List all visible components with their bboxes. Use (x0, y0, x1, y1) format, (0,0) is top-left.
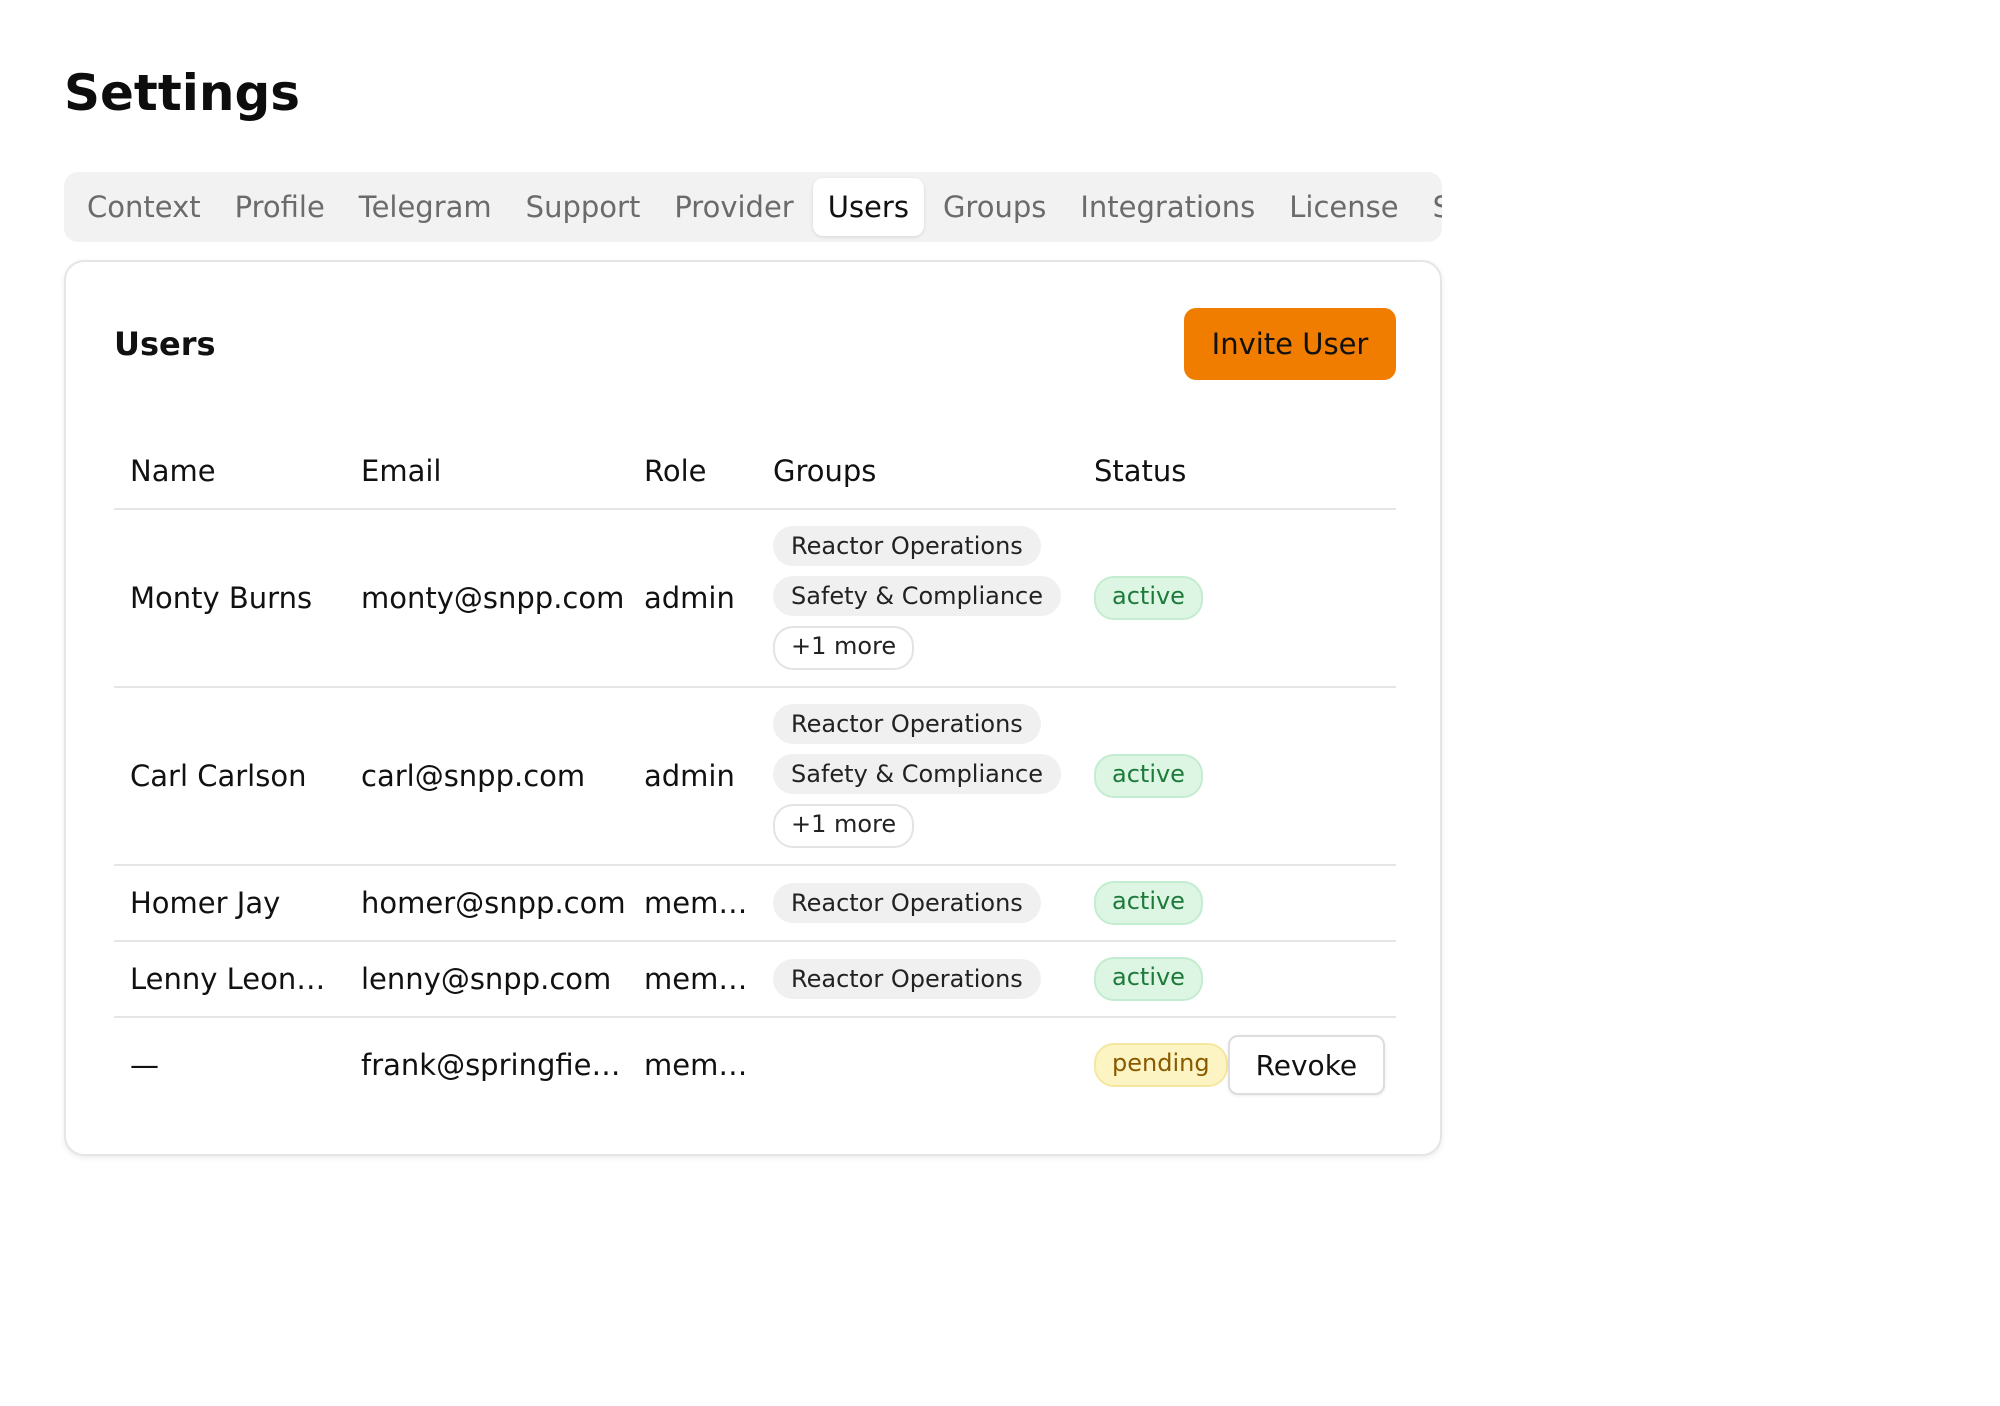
tab-users[interactable]: Users (812, 178, 924, 236)
user-groups: Reactor Operations Safety & Compliance +… (757, 509, 1078, 688)
table-header-row: Name Email Role Groups Status (114, 434, 1396, 510)
user-role: member (628, 941, 757, 1018)
group-chip: Reactor Operations (773, 526, 1041, 566)
users-section-title: Users (114, 325, 216, 363)
settings-tabs: Context Profile Telegram Support Provide… (64, 172, 1442, 242)
group-chip: Safety & Compliance (773, 754, 1062, 794)
tab-telegram[interactable]: Telegram (344, 178, 507, 236)
status-badge: active (1094, 881, 1203, 925)
user-name: Homer Jay (114, 865, 345, 942)
column-header-status: Status (1078, 434, 1396, 510)
more-groups-chip[interactable]: +1 more (773, 804, 915, 848)
user-name: Monty Burns (114, 509, 345, 688)
user-email: homer@snpp.com (345, 865, 628, 942)
user-role: member (644, 1048, 757, 1082)
tab-profile[interactable]: Profile (220, 178, 340, 236)
user-status: active (1078, 941, 1396, 1018)
users-card: Users Invite User Name Email Role Groups… (64, 260, 1442, 1156)
table-row: Carl Carlson carl@snpp.com admin Reactor… (114, 687, 1396, 866)
user-name: Carl Carlson (114, 687, 345, 866)
user-email: lenny@snpp.com (345, 941, 628, 1018)
table-row: — frank@springfie… member pending Revoke (114, 1017, 1396, 1112)
user-role: admin (628, 687, 757, 866)
user-email: monty@snpp.com (345, 509, 628, 688)
user-email: frank@springfie… (361, 1048, 621, 1082)
user-name: — (130, 1048, 159, 1082)
column-header-name: Name (114, 434, 345, 510)
user-groups: Reactor Operations (757, 865, 1078, 942)
status-badge: pending (1094, 1043, 1228, 1087)
status-badge: active (1094, 576, 1203, 620)
more-groups-chip[interactable]: +1 more (773, 626, 915, 670)
user-role: member (628, 865, 757, 942)
user-email: carl@snpp.com (345, 687, 628, 866)
group-chip: Reactor Operations (773, 704, 1041, 744)
tab-context[interactable]: Context (72, 178, 216, 236)
group-chip: Reactor Operations (773, 959, 1041, 999)
user-role: admin (628, 509, 757, 688)
tab-provider[interactable]: Provider (659, 178, 808, 236)
group-chip: Reactor Operations (773, 883, 1041, 923)
user-groups (757, 1017, 1078, 1112)
users-table: Name Email Role Groups Status Monty Burn… (114, 434, 1396, 1112)
column-header-groups: Groups (757, 434, 1078, 510)
invite-user-button[interactable]: Invite User (1184, 308, 1396, 380)
status-badge: active (1094, 754, 1203, 798)
group-chip: Safety & Compliance (773, 576, 1062, 616)
revoke-invite-button[interactable]: Revoke (1227, 1035, 1386, 1095)
user-status: pending Revoke (1078, 1017, 1396, 1112)
page-title: Settings (64, 64, 301, 122)
user-groups: Reactor Operations (757, 941, 1078, 1018)
user-name: Lenny Leon… (114, 941, 345, 1018)
tab-license[interactable]: License (1274, 178, 1413, 236)
tab-support[interactable]: Support (511, 178, 656, 236)
status-badge: active (1094, 957, 1203, 1001)
user-groups: Reactor Operations Safety & Compliance +… (757, 687, 1078, 866)
tab-integrations[interactable]: Integrations (1065, 178, 1270, 236)
table-row: Homer Jay homer@snpp.com member Reactor … (114, 865, 1396, 942)
user-status: active (1078, 687, 1396, 866)
table-row: Lenny Leon… lenny@snpp.com member Reacto… (114, 941, 1396, 1018)
column-header-role: Role (628, 434, 757, 510)
column-header-email: Email (345, 434, 628, 510)
user-status: active (1078, 509, 1396, 688)
table-row: Monty Burns monty@snpp.com admin Reactor… (114, 509, 1396, 688)
tab-security[interactable]: Security (1418, 178, 1442, 236)
settings-page: Settings Context Profile Telegram Suppor… (0, 0, 2000, 1406)
tab-groups[interactable]: Groups (928, 178, 1061, 236)
user-status: active (1078, 865, 1396, 942)
